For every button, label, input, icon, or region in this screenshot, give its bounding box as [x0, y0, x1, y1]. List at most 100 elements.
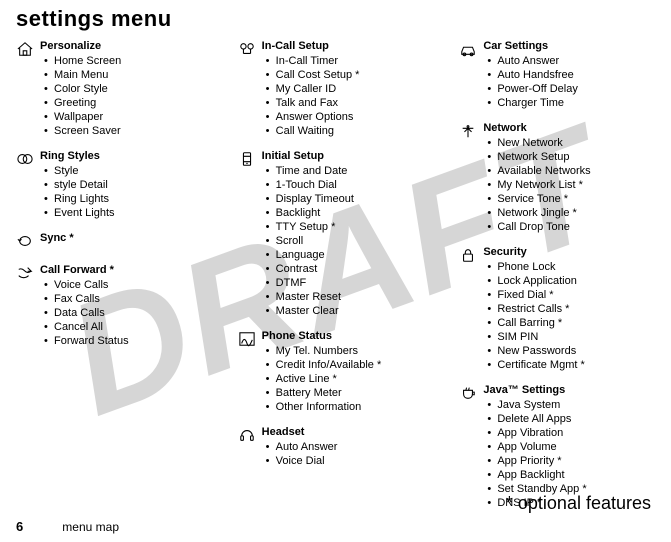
section-title: Call Forward *: [40, 264, 212, 276]
section-body: HeadsetAuto AnswerVoice Dial: [262, 426, 434, 468]
menu-item: Available Networks: [487, 164, 655, 178]
menu-item: Data Calls: [44, 306, 212, 320]
menu-item: App Priority *: [487, 454, 655, 468]
menu-item: Home Screen: [44, 54, 212, 68]
network-icon: [459, 122, 483, 234]
menu-item: Active Line *: [266, 372, 434, 386]
menu-item: Voice Dial: [266, 454, 434, 468]
menu-item: Contrast: [266, 262, 434, 276]
menu-item: Talk and Fax: [266, 96, 434, 110]
section-body: Sync *: [40, 232, 212, 252]
menu-item: New Network: [487, 136, 655, 150]
section-title: Phone Status: [262, 330, 434, 342]
menu-item: My Network List *: [487, 178, 655, 192]
section-title: Network: [483, 122, 655, 134]
column: Car SettingsAuto AnswerAuto HandsfreePow…: [459, 40, 655, 522]
menu-item: Java System: [487, 398, 655, 412]
menu-section: In-Call Setup In-Call TimerCall Cost Setu…: [238, 40, 434, 138]
menu-item: Service Tone *: [487, 192, 655, 206]
menu-item: My Tel. Numbers: [266, 344, 434, 358]
page-footer: 6 menu map: [16, 519, 119, 534]
menu-item: Forward Status: [44, 334, 212, 348]
menu-section: Java™ SettingsJava SystemDelete All Apps…: [459, 384, 655, 510]
menu-item: Network Jingle *: [487, 206, 655, 220]
section-items: Stylestyle DetailRing LightsEvent Lights: [40, 164, 212, 220]
menu-item: Voice Calls: [44, 278, 212, 292]
menu-item: Charger Time: [487, 96, 655, 110]
menu-section: Personalize Home ScreenMain MenuColor Sty…: [16, 40, 212, 138]
menu-section: Ring StylesStylestyle DetailRing LightsE…: [16, 150, 212, 220]
menu-item: Battery Meter: [266, 386, 434, 400]
menu-item: Power-Off Delay: [487, 82, 655, 96]
menu-item: Auto Answer: [487, 54, 655, 68]
section-body: Initial Setup Time and Date1-Touch DialDi…: [262, 150, 434, 318]
menu-item: SIM PIN: [487, 330, 655, 344]
incall-icon: [238, 40, 262, 138]
footer-label: menu map: [62, 520, 119, 534]
menu-item: Call Cost Setup *: [266, 68, 434, 82]
section-body: Security Phone LockLock ApplicationFixed …: [483, 246, 655, 372]
menu-item: App Vibration: [487, 426, 655, 440]
section-body: Network New NetworkNetwork SetupAvailable…: [483, 122, 655, 234]
menu-item: Other Information: [266, 400, 434, 414]
menu-item: In-Call Timer: [266, 54, 434, 68]
section-items: Voice CallsFax CallsData CallsCancel All…: [40, 278, 212, 348]
menu-section: Sync *: [16, 232, 212, 252]
section-items: New NetworkNetwork SetupAvailable Networ…: [483, 136, 655, 234]
menu-item: Certificate Mgmt *: [487, 358, 655, 372]
section-items: In-Call TimerCall Cost Setup *My Caller …: [262, 54, 434, 138]
menu-item: Phone Lock: [487, 260, 655, 274]
menu-item: Call Barring *: [487, 316, 655, 330]
menu-item: Credit Info/Available *: [266, 358, 434, 372]
menu-item: Greeting: [44, 96, 212, 110]
section-items: Home ScreenMain MenuColor StyleGreetingW…: [40, 54, 212, 138]
menu-section: Phone Status My Tel. NumbersCredit Info/A…: [238, 330, 434, 414]
section-items: My Tel. NumbersCredit Info/Available *Ac…: [262, 344, 434, 414]
menu-item: Backlight: [266, 206, 434, 220]
menu-item: Restrict Calls *: [487, 302, 655, 316]
section-body: Phone Status My Tel. NumbersCredit Info/A…: [262, 330, 434, 414]
section-title: Security: [483, 246, 655, 258]
menu-item: Answer Options: [266, 110, 434, 124]
house-icon: [16, 40, 40, 138]
menu-section: Network New NetworkNetwork SetupAvailable…: [459, 122, 655, 234]
menu-item: Ring Lights: [44, 192, 212, 206]
menu-item: 1-Touch Dial: [266, 178, 434, 192]
setup-icon: [238, 150, 262, 318]
menu-item: TTY Setup *: [266, 220, 434, 234]
menu-item: Network Setup: [487, 150, 655, 164]
section-items: Phone LockLock ApplicationFixed Dial *Re…: [483, 260, 655, 372]
menu-item: App Backlight: [487, 468, 655, 482]
menu-item: style Detail: [44, 178, 212, 192]
menu-item: Cancel All: [44, 320, 212, 334]
page-number: 6: [16, 519, 23, 534]
menu-item: Style: [44, 164, 212, 178]
section-body: In-Call Setup In-Call TimerCall Cost Setu…: [262, 40, 434, 138]
menu-item: DTMF: [266, 276, 434, 290]
menu-item: New Passwords: [487, 344, 655, 358]
section-body: Call Forward * Voice CallsFax CallsData C…: [40, 264, 212, 348]
menu-section: Car SettingsAuto AnswerAuto HandsfreePow…: [459, 40, 655, 110]
menu-item: Call Waiting: [266, 124, 434, 138]
section-body: Java™ SettingsJava SystemDelete All Apps…: [483, 384, 655, 510]
menu-item: Lock Application: [487, 274, 655, 288]
section-body: Ring StylesStylestyle DetailRing LightsE…: [40, 150, 212, 220]
menu-item: Delete All Apps: [487, 412, 655, 426]
menu-item: Language: [266, 248, 434, 262]
menu-item: Master Clear: [266, 304, 434, 318]
section-body: Personalize Home ScreenMain MenuColor Sty…: [40, 40, 212, 138]
column: In-Call Setup In-Call TimerCall Cost Setu…: [238, 40, 434, 522]
section-items: Time and Date1-Touch DialDisplay Timeout…: [262, 164, 434, 318]
section-title: Personalize: [40, 40, 212, 52]
menu-item: Scroll: [266, 234, 434, 248]
menu-item: My Caller ID: [266, 82, 434, 96]
section-title: Initial Setup: [262, 150, 434, 162]
section-title: In-Call Setup: [262, 40, 434, 52]
section-body: Car SettingsAuto AnswerAuto HandsfreePow…: [483, 40, 655, 110]
menu-section: Security Phone LockLock ApplicationFixed …: [459, 246, 655, 372]
menu-item: Auto Handsfree: [487, 68, 655, 82]
menu-item: Wallpaper: [44, 110, 212, 124]
menu-item: Fax Calls: [44, 292, 212, 306]
rings-icon: [16, 150, 40, 220]
status-icon: [238, 330, 262, 414]
